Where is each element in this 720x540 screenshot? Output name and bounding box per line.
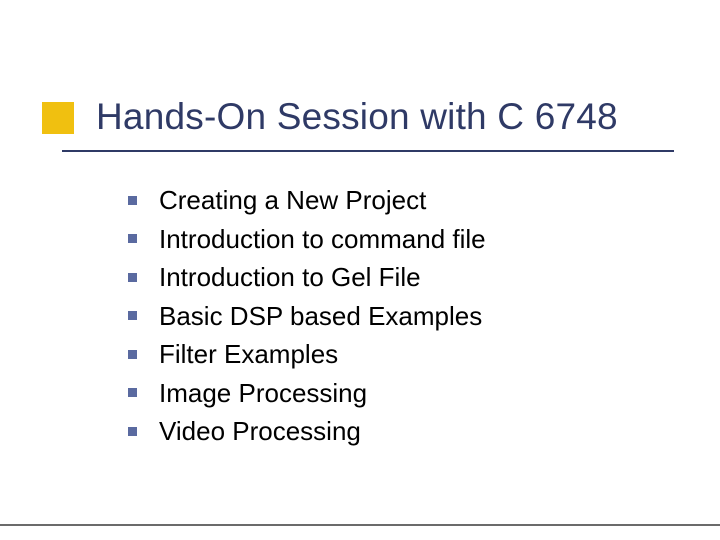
slide-title: Hands-On Session with C 6748 [96,96,618,138]
title-underline [62,150,674,152]
square-bullet-icon [128,273,137,282]
list-item-text: Video Processing [159,415,361,448]
list-item: Creating a New Project [128,184,660,217]
footer-divider [0,524,720,526]
list-item-text: Filter Examples [159,338,338,371]
list-item: Filter Examples [128,338,660,371]
square-bullet-icon [128,388,137,397]
square-bullet-icon [128,196,137,205]
list-item: Basic DSP based Examples [128,300,660,333]
list-item: Introduction to Gel File [128,261,660,294]
list-item-text: Introduction to Gel File [159,261,421,294]
list-item: Image Processing [128,377,660,410]
square-bullet-icon [128,311,137,320]
slide: Hands-On Session with C 6748 Creating a … [0,0,720,540]
square-bullet-icon [128,427,137,436]
list-item-text: Introduction to command file [159,223,486,256]
list-item-text: Creating a New Project [159,184,426,217]
list-item-text: Image Processing [159,377,367,410]
square-bullet-icon [128,350,137,359]
list-item-text: Basic DSP based Examples [159,300,482,333]
square-bullet-icon [128,234,137,243]
list-item: Video Processing [128,415,660,448]
accent-square-icon [42,102,74,134]
list-item: Introduction to command file [128,223,660,256]
bullet-list: Creating a New Project Introduction to c… [128,184,660,454]
